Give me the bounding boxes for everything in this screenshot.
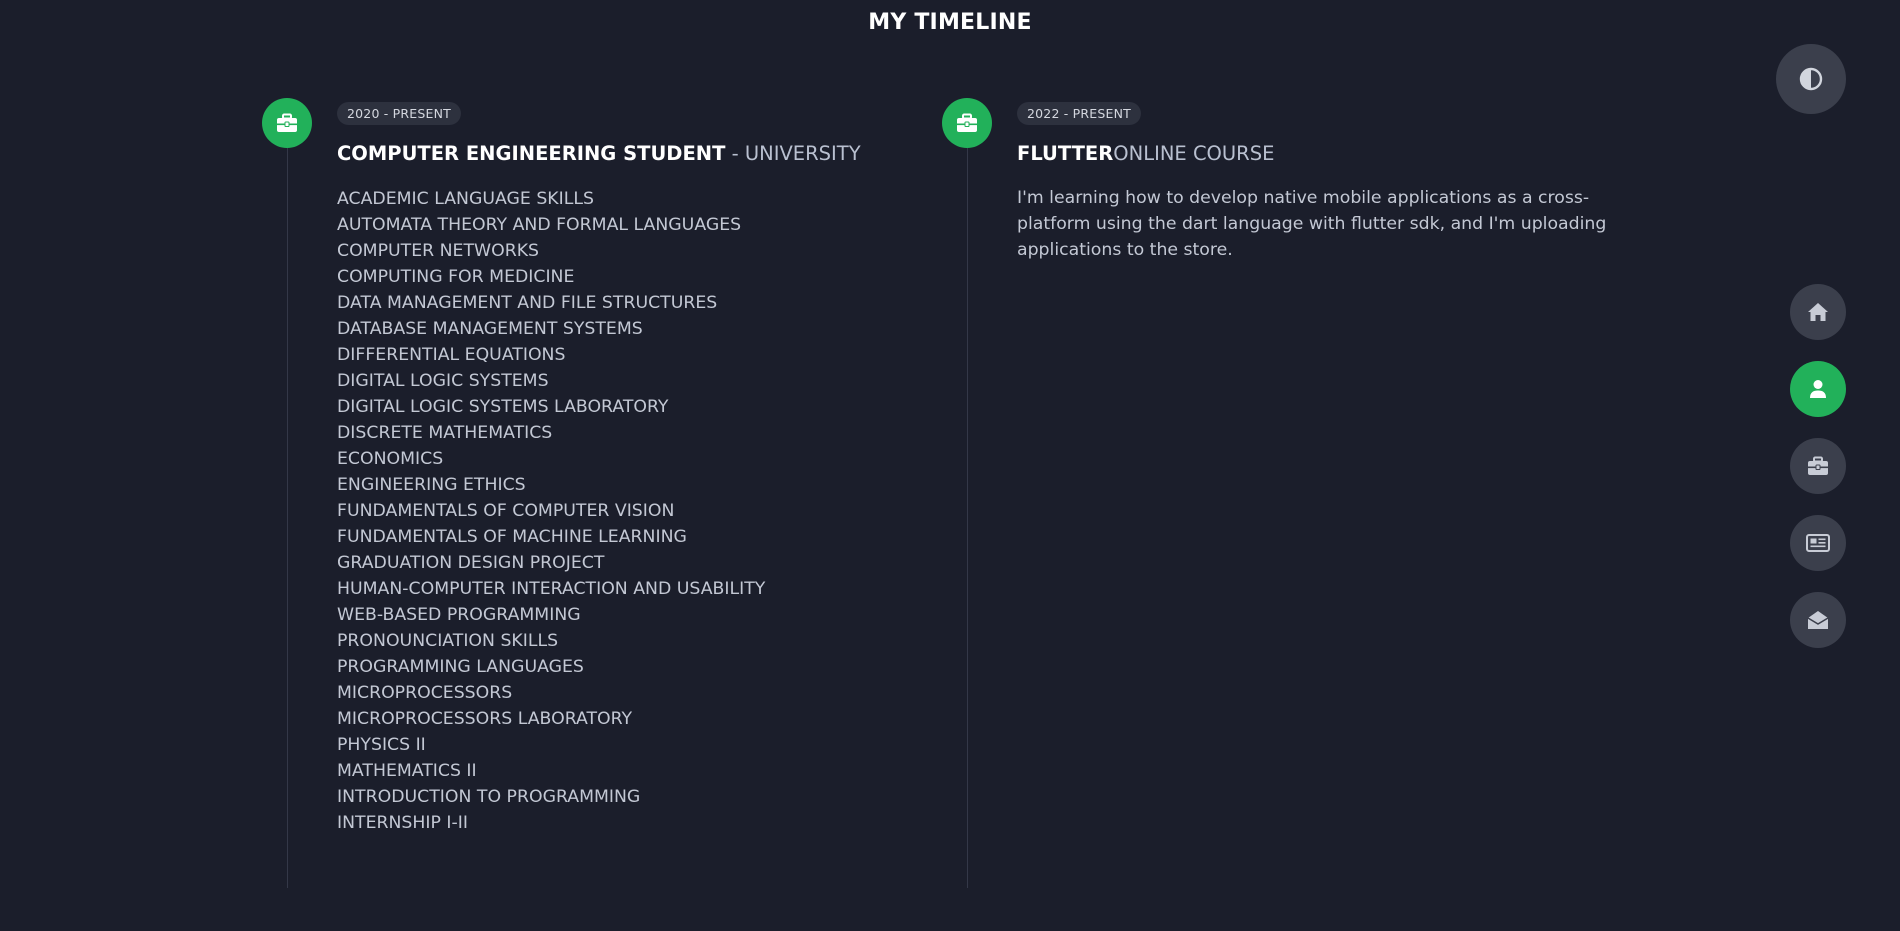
course-item: WEB-BASED PROGRAMMING [337,605,581,625]
timeline-marker [942,98,992,148]
briefcase-icon [276,113,298,133]
course-item: ECONOMICS [337,449,444,469]
course-item: ENGINEERING ETHICS [337,475,526,495]
course-item: GRADUATION DESIGN PROJECT [337,553,605,573]
timeline-marker [262,98,312,148]
briefcase-icon [956,113,978,133]
contrast-icon [1799,67,1823,91]
nav-blog-button[interactable] [1790,515,1846,571]
theme-toggle-button[interactable] [1776,44,1846,114]
course-item: INTRODUCTION TO PROGRAMMING [337,787,641,807]
course-item: PHYSICS II [337,735,426,755]
entry-title: COMPUTER ENGINEERING STUDENT - UNIVERSIT… [337,142,861,165]
course-list: ACADEMIC LANGUAGE SKILLS AUTOMATA THEORY … [337,186,861,836]
course-item: AUTOMATA THEORY AND FORMAL LANGUAGES [337,215,742,235]
page: MY TIMELINE 2020 - PRESENT COMPUTER ENGI… [0,0,1900,931]
entry-title: FLUTTERONLINE COURSE [1017,142,1637,165]
course-item: DIGITAL LOGIC SYSTEMS [337,371,549,391]
page-title: MY TIMELINE [868,10,1032,35]
course-item: COMPUTING FOR MEDICINE [337,267,575,287]
course-item: MICROPROCESSORS LABORATORY [337,709,633,729]
entry-title-sub: ONLINE COURSE [1113,142,1275,165]
timeline-line [967,148,968,888]
course-item: DIGITAL LOGIC SYSTEMS LABORATORY [337,397,669,417]
nav-home-button[interactable] [1790,284,1846,340]
course-item: PROGRAMMING LANGUAGES [337,657,584,677]
course-item: ACADEMIC LANGUAGE SKILLS [337,189,594,209]
envelope-open-icon [1807,609,1829,631]
home-icon [1807,302,1829,322]
entry-title-main: FLUTTER [1017,142,1114,165]
course-item: DIFFERENTIAL EQUATIONS [337,345,566,365]
nav-about-button[interactable] [1790,361,1846,417]
timeline-content: 2020 - PRESENT COMPUTER ENGINEERING STUD… [337,102,861,836]
briefcase-icon [1807,456,1829,476]
course-item: DATA MANAGEMENT AND FILE STRUCTURES [337,293,718,313]
nav-portfolio-button[interactable] [1790,438,1846,494]
entry-description: I'm learning how to develop native mobil… [1017,188,1607,260]
newspaper-icon [1806,534,1830,552]
course-item: INTERNSHIP I-II [337,813,468,833]
nav-contact-button[interactable] [1790,592,1846,648]
course-item: MATHEMATICS II [337,761,477,781]
timeline-content: 2022 - PRESENT FLUTTERONLINE COURSE I'm … [1017,102,1637,263]
course-item: COMPUTER NETWORKS [337,241,540,261]
course-item: MICROPROCESSORS [337,683,513,703]
course-item: HUMAN-COMPUTER INTERACTION AND USABILITY [337,579,766,599]
timeline-line [287,148,288,888]
course-item: DATABASE MANAGEMENT SYSTEMS [337,319,643,339]
course-item: FUNDAMENTALS OF COMPUTER VISION [337,501,675,521]
side-nav [1790,284,1846,669]
date-badge: 2022 - PRESENT [1017,102,1142,125]
course-item: FUNDAMENTALS OF MACHINE LEARNING [337,527,687,547]
entry-title-main: COMPUTER ENGINEERING STUDENT [337,142,726,165]
user-icon [1809,379,1827,399]
course-item: DISCRETE MATHEMATICS [337,423,553,443]
entry-title-sub: - UNIVERSITY [725,142,861,165]
course-item: PRONOUNCIATION SKILLS [337,631,559,651]
date-badge: 2020 - PRESENT [337,102,462,125]
